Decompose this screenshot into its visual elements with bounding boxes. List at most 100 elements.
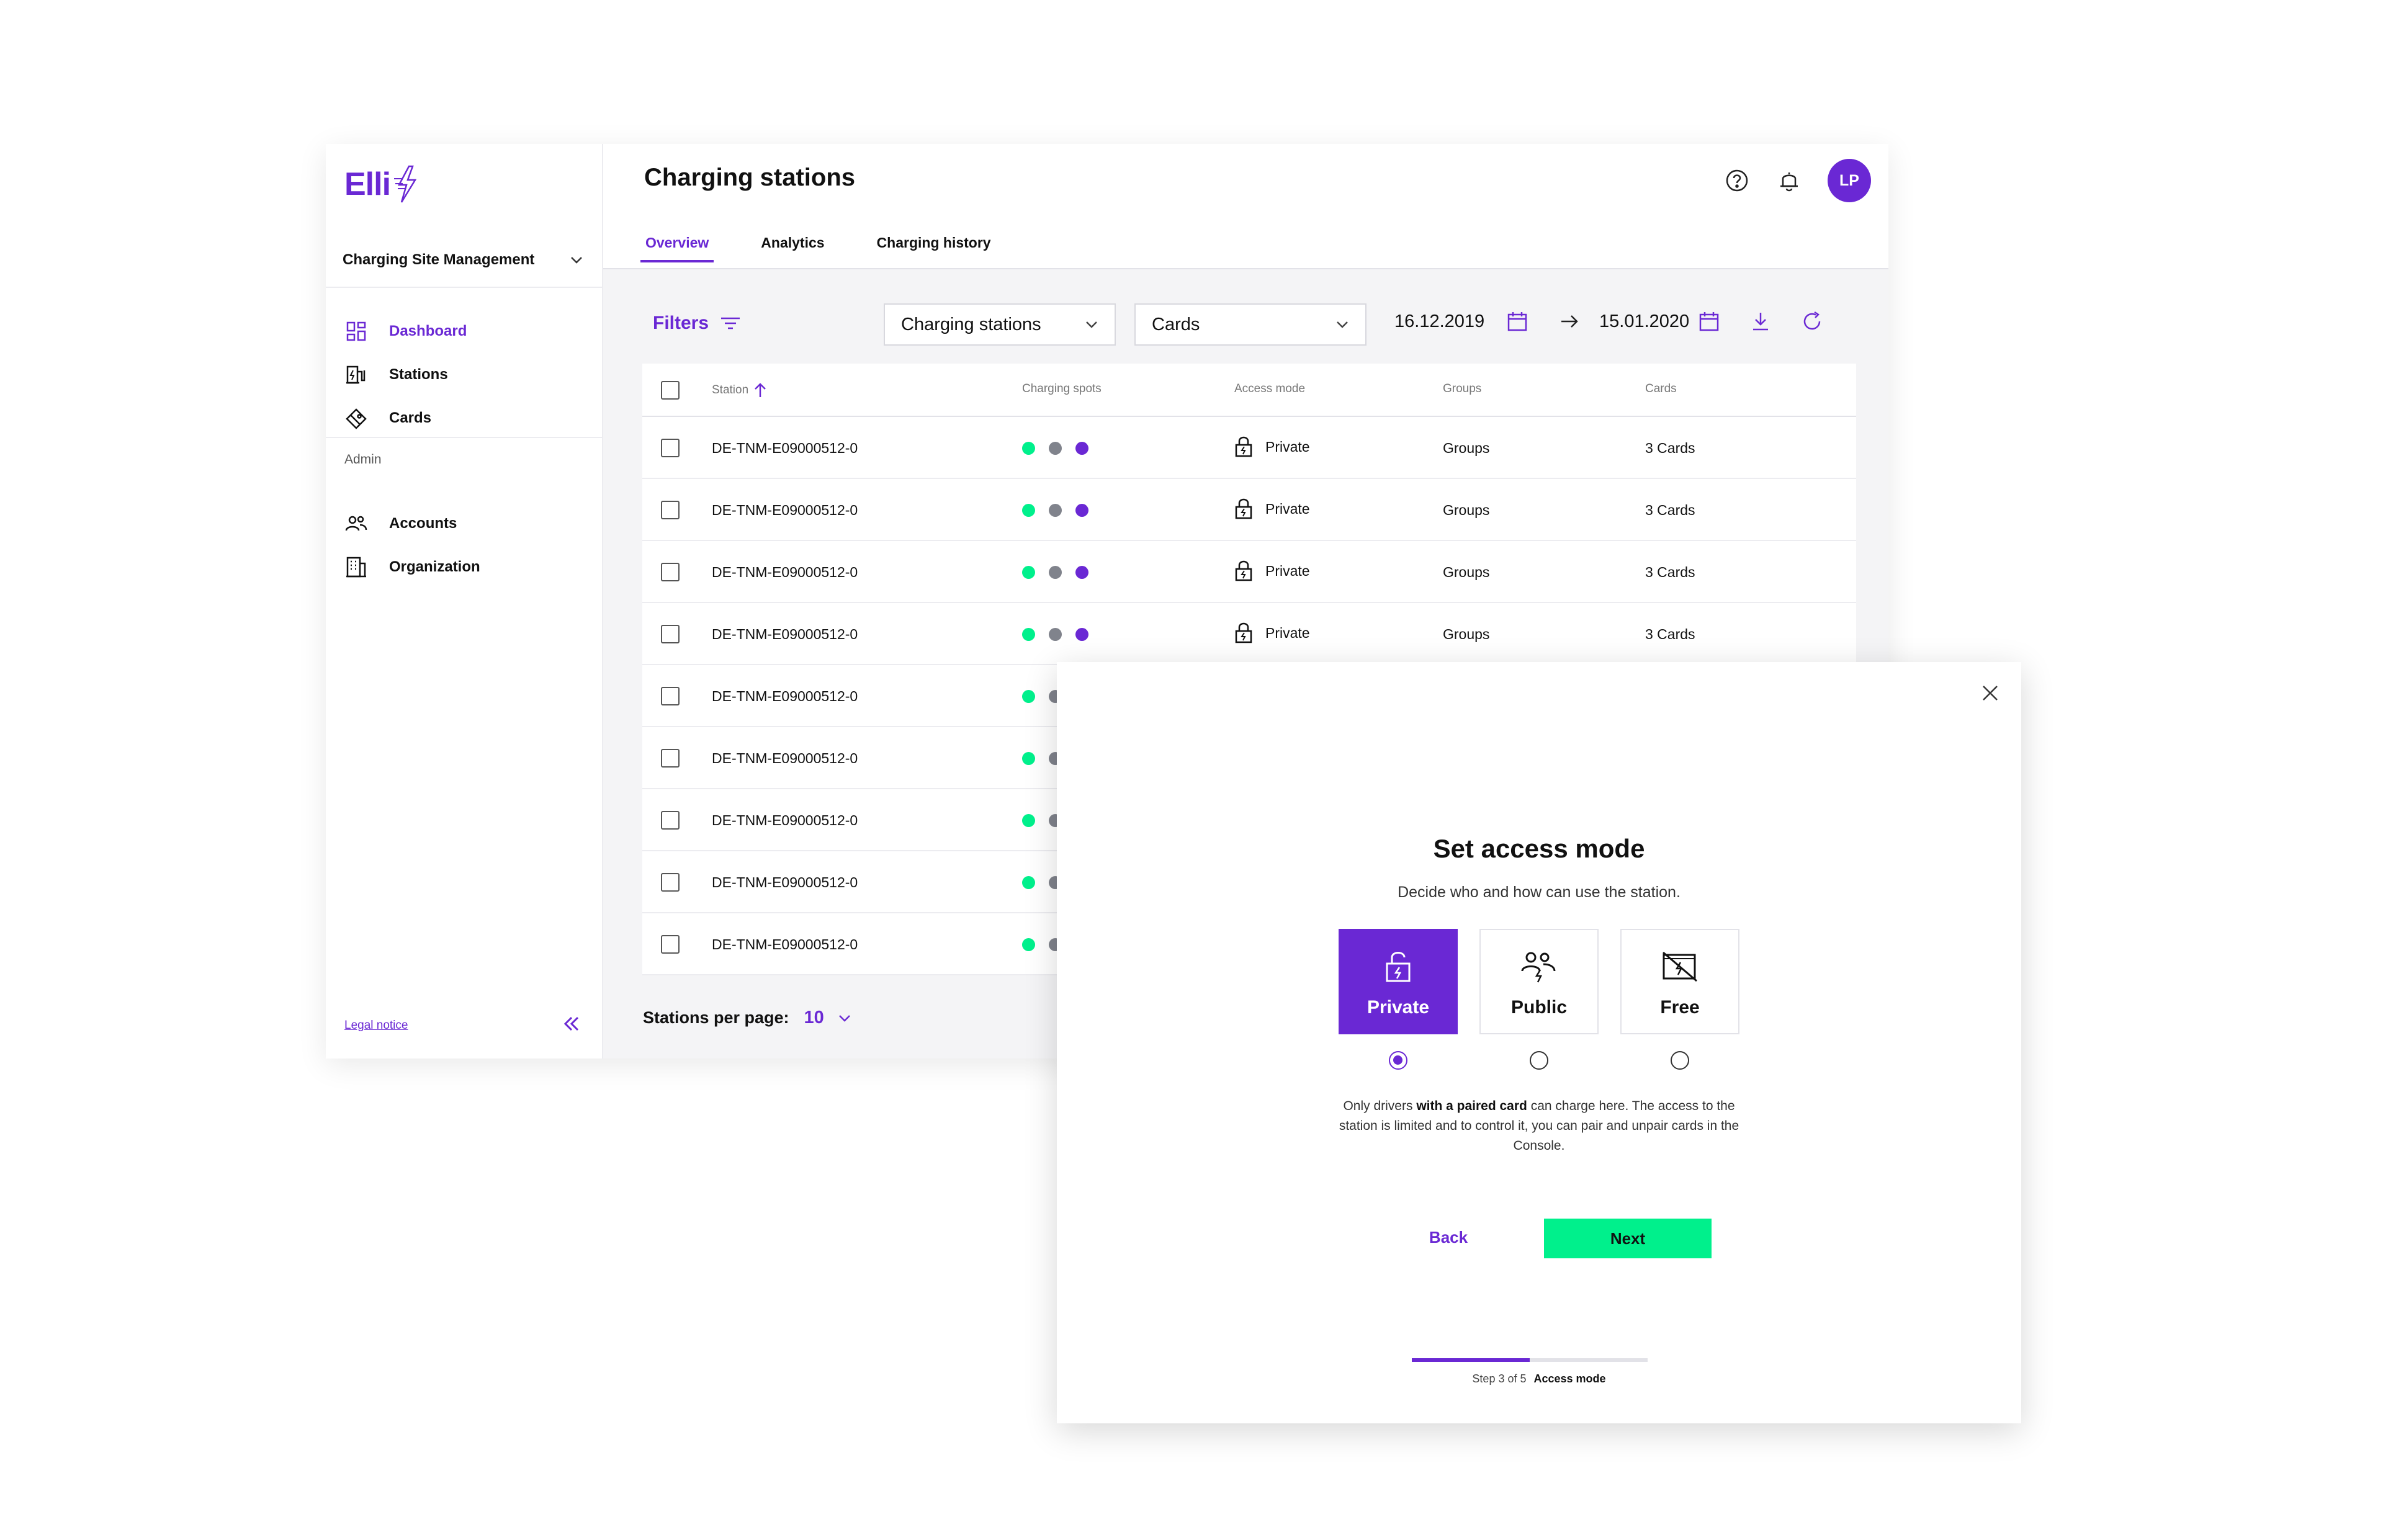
- table-row[interactable]: DE-TNM-E09000512-0 Private Groups 3 Cards: [642, 479, 1856, 541]
- station-id[interactable]: DE-TNM-E09000512-0: [712, 936, 858, 953]
- tab-analytics[interactable]: Analytics: [756, 235, 829, 262]
- header-actions: LP: [1723, 159, 1871, 202]
- cards-select-value: Cards: [1152, 314, 1200, 334]
- row-checkbox[interactable]: [661, 749, 680, 768]
- groups-cell[interactable]: Groups: [1443, 626, 1489, 643]
- dashboard-icon: [344, 320, 368, 343]
- charging-spots-status: [1022, 504, 1088, 517]
- building-icon: [344, 555, 368, 579]
- per-page-value: 10: [804, 1008, 824, 1027]
- table-row[interactable]: DE-TNM-E09000512-0 Private Groups 3 Cards: [642, 417, 1856, 479]
- row-checkbox[interactable]: [661, 563, 680, 581]
- access-mode-description: Only drivers with a paired card can char…: [1337, 1096, 1741, 1156]
- row-checkbox[interactable]: [661, 501, 680, 519]
- step-count: Step 3 of 5: [1472, 1372, 1527, 1385]
- legal-notice-link[interactable]: Legal notice: [344, 1019, 408, 1032]
- calendar-icon[interactable]: [1505, 309, 1530, 334]
- date-to[interactable]: 15.01.2020: [1599, 311, 1689, 332]
- spot-charging-dot: [1075, 566, 1088, 579]
- back-button[interactable]: Back: [1408, 1219, 1489, 1256]
- cards-cell[interactable]: 3 Cards: [1645, 440, 1695, 457]
- bell-icon[interactable]: [1775, 167, 1803, 194]
- station-id[interactable]: DE-TNM-E09000512-0: [712, 812, 858, 829]
- column-header-groups[interactable]: Groups: [1443, 382, 1481, 396]
- next-button[interactable]: Next: [1544, 1219, 1712, 1258]
- chevron-down-icon: [568, 252, 585, 268]
- filters-label: Filters: [653, 313, 709, 333]
- station-id[interactable]: DE-TNM-E09000512-0: [712, 750, 858, 767]
- access-mode-cell: Private: [1234, 498, 1310, 520]
- calendar-icon[interactable]: [1697, 309, 1721, 334]
- access-mode-cell: Private: [1234, 622, 1310, 644]
- close-icon[interactable]: [1977, 679, 2004, 707]
- cards-cell[interactable]: 3 Cards: [1645, 626, 1695, 643]
- groups-cell[interactable]: Groups: [1443, 564, 1489, 581]
- sidebar-item-organization[interactable]: Organization: [344, 552, 586, 582]
- avatar[interactable]: LP: [1828, 159, 1871, 202]
- radio-private[interactable]: [1389, 1051, 1407, 1070]
- collapse-sidebar-icon[interactable]: [560, 1013, 583, 1035]
- groups-cell[interactable]: Groups: [1443, 440, 1489, 457]
- station-id[interactable]: DE-TNM-E09000512-0: [712, 564, 858, 581]
- charging-spots-status: [1022, 628, 1088, 641]
- row-checkbox[interactable]: [661, 625, 680, 643]
- download-icon[interactable]: [1748, 309, 1773, 334]
- station-id[interactable]: DE-TNM-E09000512-0: [712, 626, 858, 643]
- sidebar-item-dashboard[interactable]: Dashboard: [344, 316, 586, 346]
- site-selector[interactable]: Charging Site Management: [343, 246, 585, 274]
- filters-button[interactable]: Filters: [653, 313, 741, 334]
- tab-overview[interactable]: Overview: [640, 235, 714, 262]
- spot-available-dot: [1022, 814, 1035, 827]
- sidebar-item-accounts[interactable]: Accounts: [344, 509, 586, 539]
- spot-available-dot: [1022, 566, 1035, 579]
- refresh-icon[interactable]: [1800, 309, 1824, 334]
- station-id[interactable]: DE-TNM-E09000512-0: [712, 688, 858, 705]
- row-checkbox[interactable]: [661, 935, 680, 954]
- option-free[interactable]: Free: [1620, 929, 1739, 1034]
- station-select[interactable]: Charging stations: [884, 303, 1116, 346]
- sidebar-item-stations[interactable]: Stations: [344, 360, 586, 390]
- access-mode-dialog: Set access mode Decide who and how can u…: [1057, 662, 2021, 1423]
- pagination: Stations per page: 10: [643, 1008, 853, 1028]
- elli-logo[interactable]: Elli: [344, 165, 419, 204]
- sidebar-item-cards[interactable]: Cards: [344, 403, 586, 433]
- groups-cell[interactable]: Groups: [1443, 502, 1489, 519]
- per-page-select[interactable]: 10: [804, 1008, 853, 1028]
- spot-charging-dot: [1075, 442, 1088, 455]
- option-label: Private: [1367, 997, 1430, 1018]
- sidebar-divider: [326, 287, 602, 288]
- table-row[interactable]: DE-TNM-E09000512-0 Private Groups 3 Cards: [642, 603, 1856, 665]
- site-selector-label: Charging Site Management: [343, 251, 535, 268]
- radio-public[interactable]: [1530, 1051, 1548, 1070]
- sidebar-item-label: Dashboard: [389, 323, 467, 339]
- access-mode-value: Private: [1265, 562, 1310, 579]
- row-checkbox[interactable]: [661, 439, 680, 457]
- row-checkbox[interactable]: [661, 873, 680, 892]
- spot-available-dot: [1022, 442, 1035, 455]
- row-checkbox[interactable]: [661, 811, 680, 830]
- spot-available-dot: [1022, 690, 1035, 703]
- station-id[interactable]: DE-TNM-E09000512-0: [712, 440, 858, 457]
- table-row[interactable]: DE-TNM-E09000512-0 Private Groups 3 Cards: [642, 541, 1856, 603]
- column-header-access-mode[interactable]: Access mode: [1234, 382, 1305, 396]
- option-label: Public: [1510, 997, 1567, 1018]
- help-icon[interactable]: [1723, 167, 1751, 194]
- date-from[interactable]: 16.12.2019: [1394, 311, 1484, 332]
- station-id[interactable]: DE-TNM-E09000512-0: [712, 502, 858, 519]
- access-mode-value: Private: [1265, 438, 1310, 455]
- column-header-charging-spots[interactable]: Charging spots: [1022, 382, 1102, 396]
- option-private[interactable]: Private: [1339, 929, 1458, 1034]
- spot-charging-dot: [1075, 504, 1088, 517]
- row-checkbox[interactable]: [661, 687, 680, 705]
- cards-cell[interactable]: 3 Cards: [1645, 502, 1695, 519]
- sidebar-item-label: Organization: [389, 558, 480, 575]
- radio-free[interactable]: [1671, 1051, 1689, 1070]
- select-all-checkbox[interactable]: [661, 381, 680, 400]
- tab-charging-history[interactable]: Charging history: [872, 235, 996, 262]
- option-public[interactable]: Public: [1479, 929, 1599, 1034]
- column-header-station[interactable]: Station: [712, 382, 767, 398]
- cards-cell[interactable]: 3 Cards: [1645, 564, 1695, 581]
- cards-select[interactable]: Cards: [1134, 303, 1367, 346]
- column-header-cards[interactable]: Cards: [1645, 382, 1677, 396]
- station-id[interactable]: DE-TNM-E09000512-0: [712, 874, 858, 891]
